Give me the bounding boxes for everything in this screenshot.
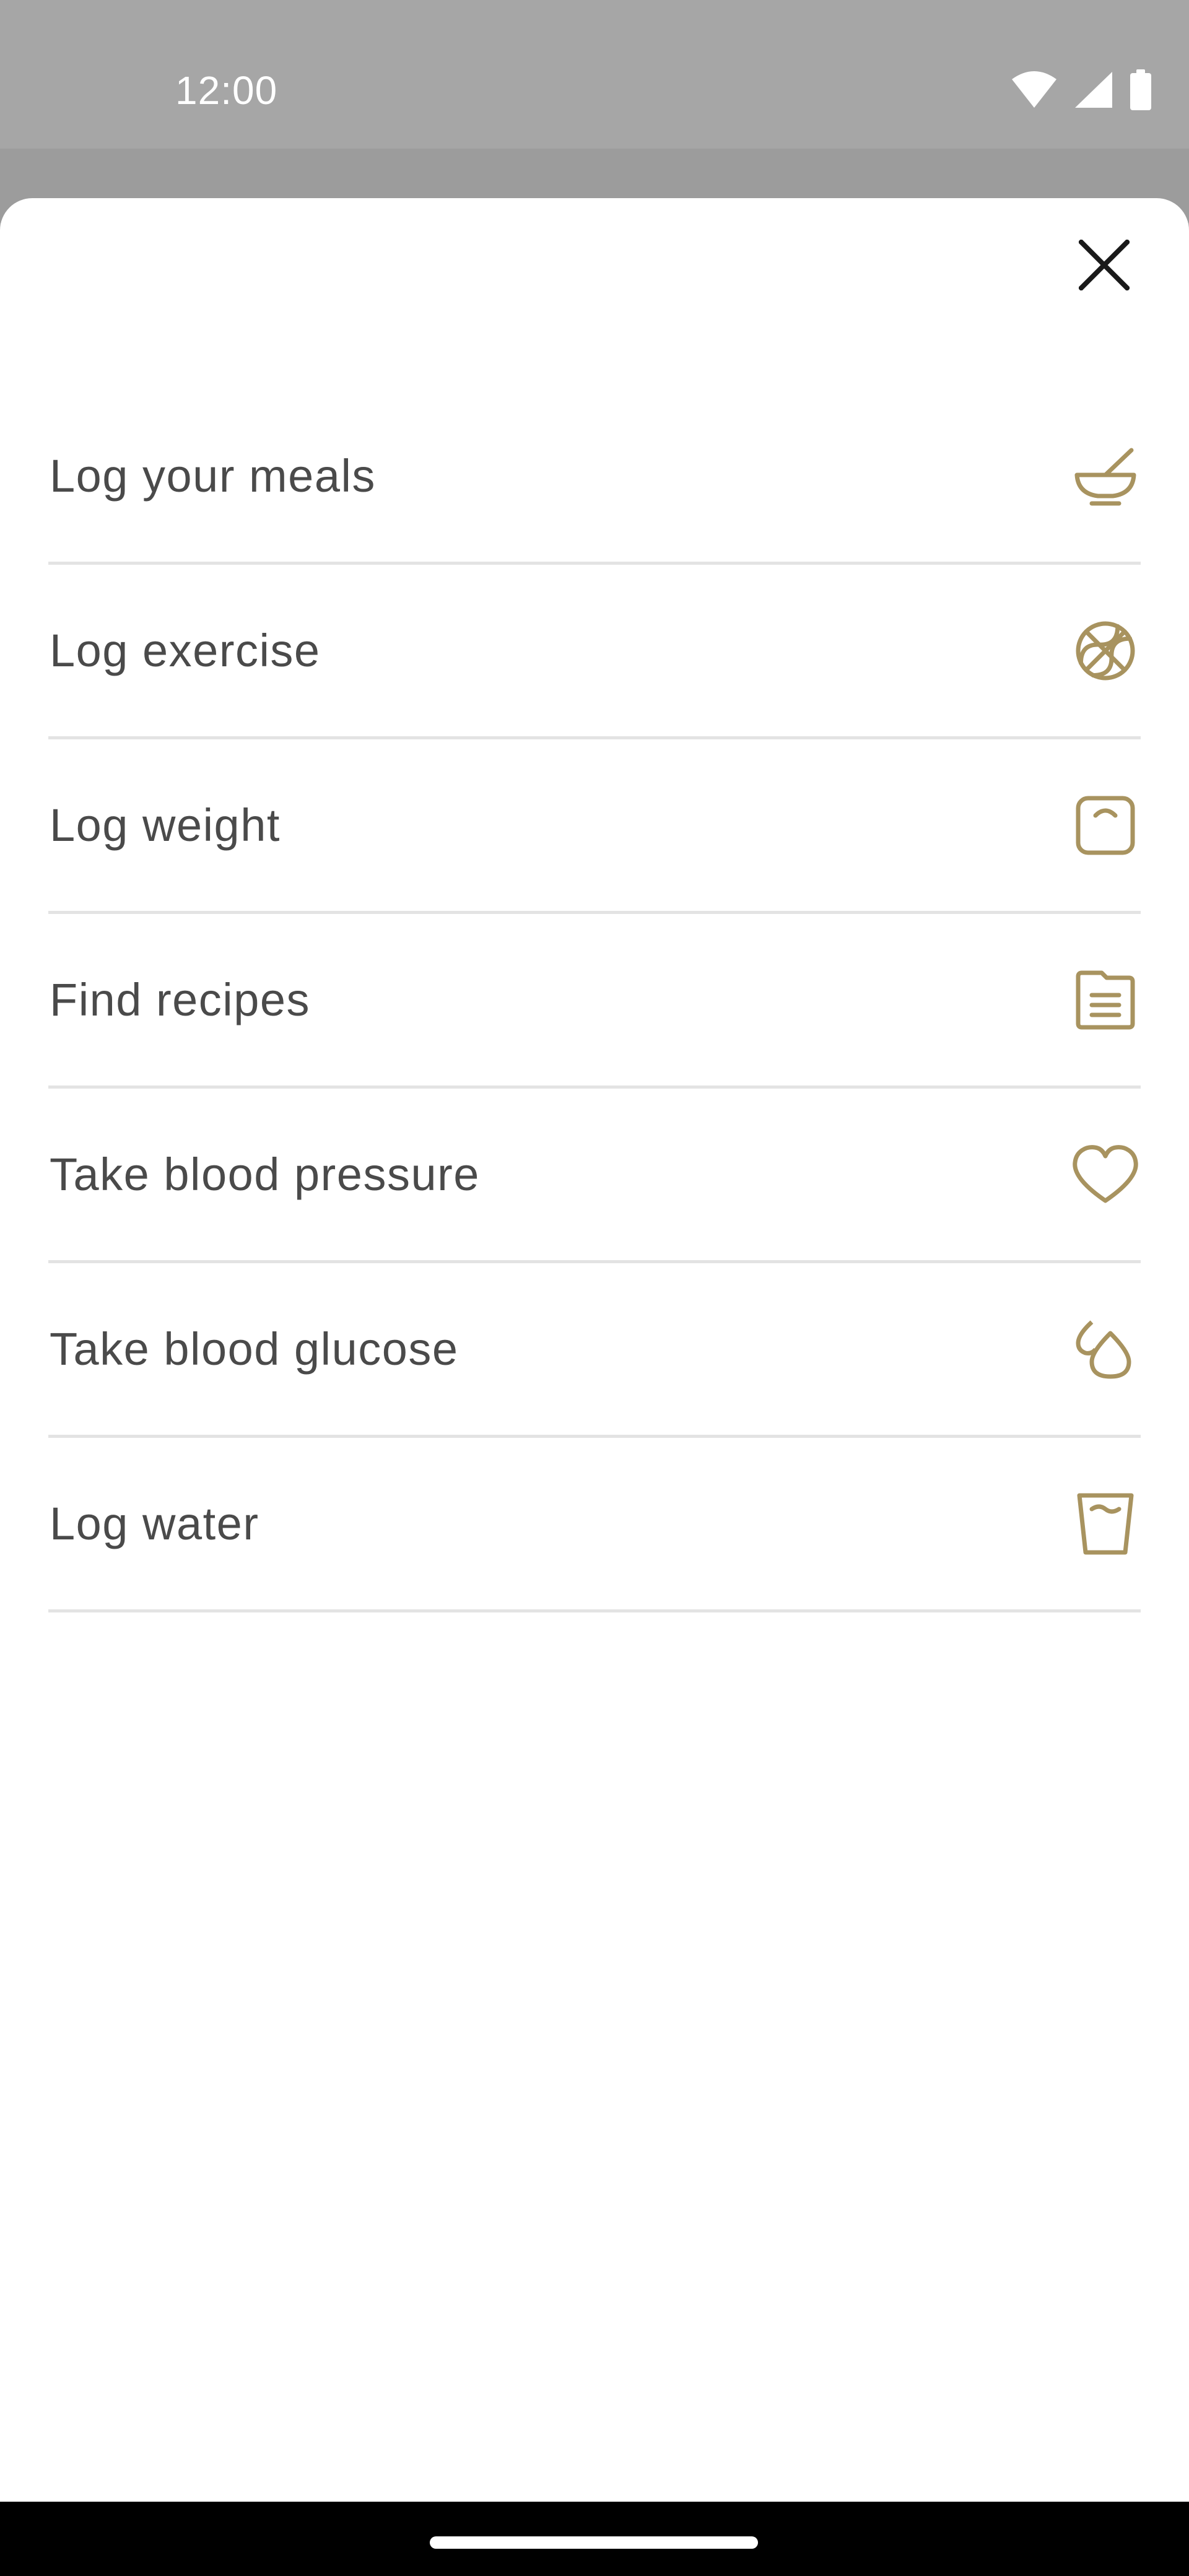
menu-item-label: Take blood pressure xyxy=(50,1149,480,1200)
signal-icon xyxy=(1074,71,1113,109)
menu-item-label: Log water xyxy=(50,1498,259,1549)
menu-item-log-water[interactable]: Log water xyxy=(48,1438,1141,1612)
close-button[interactable] xyxy=(1067,229,1141,303)
home-handle[interactable] xyxy=(430,2536,758,2549)
menu-item-log-exercise[interactable]: Log exercise xyxy=(48,565,1141,739)
heart-icon xyxy=(1071,1141,1139,1209)
menu-item-log-weight[interactable]: Log weight xyxy=(48,739,1141,914)
close-icon xyxy=(1078,238,1131,294)
menu-item-label: Find recipes xyxy=(50,974,311,1025)
menu-item-label: Take blood glucose xyxy=(50,1323,459,1375)
status-bar: 12:00 xyxy=(0,0,1189,149)
menu-item-blood-glucose[interactable]: Take blood glucose xyxy=(48,1263,1141,1438)
wifi-icon xyxy=(1011,71,1058,109)
menu-item-label: Log your meals xyxy=(50,450,376,502)
action-list: Log your meals Log exercise Log weight F… xyxy=(48,390,1141,1612)
status-time: 12:00 xyxy=(175,68,278,113)
basketball-icon xyxy=(1071,617,1139,685)
menu-item-log-meals[interactable]: Log your meals xyxy=(48,390,1141,565)
drops-icon xyxy=(1071,1315,1139,1383)
bowl-icon xyxy=(1071,442,1139,510)
navigation-bar xyxy=(0,2502,1189,2576)
water-glass-icon xyxy=(1071,1490,1139,1558)
recipe-icon xyxy=(1071,966,1139,1034)
menu-item-label: Log exercise xyxy=(50,625,321,676)
status-icons xyxy=(1011,68,1152,111)
menu-item-label: Log weight xyxy=(50,799,281,851)
menu-item-find-recipes[interactable]: Find recipes xyxy=(48,914,1141,1089)
scale-icon xyxy=(1071,791,1139,859)
battery-icon xyxy=(1130,69,1152,110)
menu-item-blood-pressure[interactable]: Take blood pressure xyxy=(48,1089,1141,1263)
